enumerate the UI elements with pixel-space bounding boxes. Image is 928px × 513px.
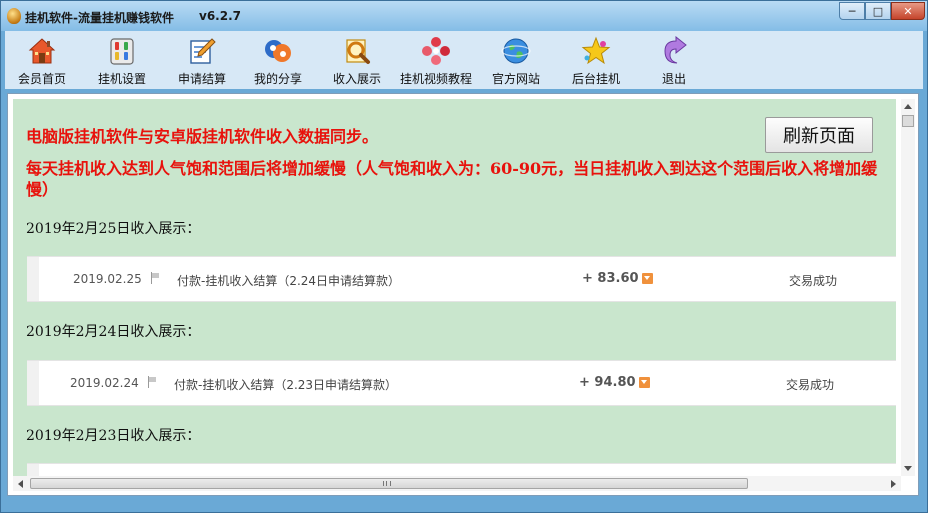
record-description: 付款-挂机收入结算（2.24日申请结算款）: [177, 274, 401, 288]
toolbar-label: 挂机视频教程: [399, 72, 472, 86]
record-amount: + 94.80: [579, 375, 636, 390]
toolbar-label: 挂机设置: [97, 72, 146, 86]
scroll-left-icon[interactable]: [18, 480, 23, 488]
close-button[interactable]: ✕: [891, 2, 925, 20]
search-document-icon: [346, 39, 370, 64]
window-title: 挂机软件-流量挂机赚钱软件: [25, 11, 174, 25]
exit-arrow-icon: [664, 36, 687, 64]
settings-panel-icon: [110, 38, 134, 65]
day-heading: 2019年2月24日收入展示：: [26, 324, 201, 340]
vertical-scrollbar[interactable]: [901, 99, 915, 476]
sync-notice: 电脑版挂机软件与安卓版挂机软件收入数据同步。: [26, 127, 379, 146]
toolbar-label: 退出: [661, 72, 686, 86]
share-icon: [265, 40, 291, 62]
edit-document-icon: [190, 38, 216, 64]
scroll-right-icon[interactable]: [891, 480, 896, 488]
toolbar-label: 收入展示: [332, 72, 381, 86]
home-icon: [28, 38, 56, 64]
toolbar-label: 申请结算: [177, 72, 226, 86]
toolbar-label: 官方网站: [491, 72, 540, 86]
toolbar-label: 会员首页: [17, 72, 66, 86]
maximize-button[interactable]: □: [865, 2, 891, 20]
star-icon: [581, 36, 611, 65]
income-record-partial: [27, 463, 896, 476]
toolbar-button-income[interactable]: 收入展示: [322, 33, 392, 87]
toolbar-label: 我的分享: [253, 72, 302, 86]
saturation-notice: 每天挂机收入达到人气饱和范围后将增加缓慢（人气饱和收入为：60-90元，当日挂机…: [26, 159, 878, 199]
toolbar-button-website[interactable]: 官方网站: [481, 33, 551, 87]
scroll-up-icon[interactable]: [904, 104, 912, 109]
toolbar-button-share[interactable]: 我的分享: [243, 33, 313, 87]
vertical-scroll-thumb[interactable]: [902, 115, 914, 127]
app-logo-icon: [7, 8, 21, 24]
record-status: 交易成功: [789, 274, 838, 288]
horizontal-scroll-thumb[interactable]: [30, 478, 748, 489]
toolbar-button-settings[interactable]: 挂机设置: [87, 33, 157, 87]
record-date: 2019.02.25: [73, 272, 142, 286]
toolbar-button-background[interactable]: 后台挂机: [561, 33, 631, 87]
income-record: 2019.02.24 付款-挂机收入结算（2.23日申请结算款） + 94.80…: [27, 360, 896, 406]
record-date: 2019.02.24: [70, 376, 139, 390]
toolbar: 会员首页 挂机设置 申请结算 我的分享 收入展示 挂机视频教程 官方网站 后台挂…: [5, 31, 923, 89]
content-frame: 电脑版挂机软件与安卓版挂机软件收入数据同步。 每天挂机收入达到人气饱和范围后将增…: [7, 93, 919, 496]
expand-details-icon[interactable]: [639, 377, 650, 388]
record-amount: + 83.60: [582, 271, 639, 286]
toolbar-label: 后台挂机: [571, 72, 620, 86]
flag-icon: [151, 272, 161, 284]
flag-icon: [148, 376, 158, 388]
grip-icon: [383, 481, 391, 486]
refresh-page-button[interactable]: 刷新页面: [765, 117, 873, 153]
minimize-button[interactable]: ─: [839, 2, 865, 20]
toolbar-button-settlement[interactable]: 申请结算: [167, 33, 237, 87]
record-description: 付款-挂机收入结算（2.23日申请结算款）: [174, 378, 398, 392]
scroll-down-icon[interactable]: [904, 466, 912, 471]
app-window: 挂机软件-流量挂机赚钱软件 v6.2.7 ─ □ ✕ 会员首页 挂机设置 申请结…: [0, 0, 928, 513]
globe-icon: [501, 38, 531, 64]
toolbar-button-exit[interactable]: 退出: [639, 33, 709, 87]
app-version: v6.2.7: [199, 9, 241, 23]
toolbar-button-home[interactable]: 会员首页: [7, 33, 77, 87]
horizontal-scrollbar[interactable]: [13, 476, 901, 491]
day-heading: 2019年2月25日收入展示：: [26, 221, 201, 237]
day-heading: 2019年2月23日收入展示：: [26, 428, 201, 444]
expand-details-icon[interactable]: [642, 273, 653, 284]
title-bar[interactable]: 挂机软件-流量挂机赚钱软件 v6.2.7 ─ □ ✕: [1, 1, 927, 31]
record-status: 交易成功: [786, 378, 835, 392]
income-record: 2019.02.25 付款-挂机收入结算（2.24日申请结算款） + 83.60…: [27, 256, 896, 302]
video-tutorial-icon: [422, 37, 450, 65]
income-page[interactable]: 电脑版挂机软件与安卓版挂机软件收入数据同步。 每天挂机收入达到人气饱和范围后将增…: [13, 99, 896, 476]
toolbar-button-video-tutorial[interactable]: 挂机视频教程: [400, 33, 472, 87]
